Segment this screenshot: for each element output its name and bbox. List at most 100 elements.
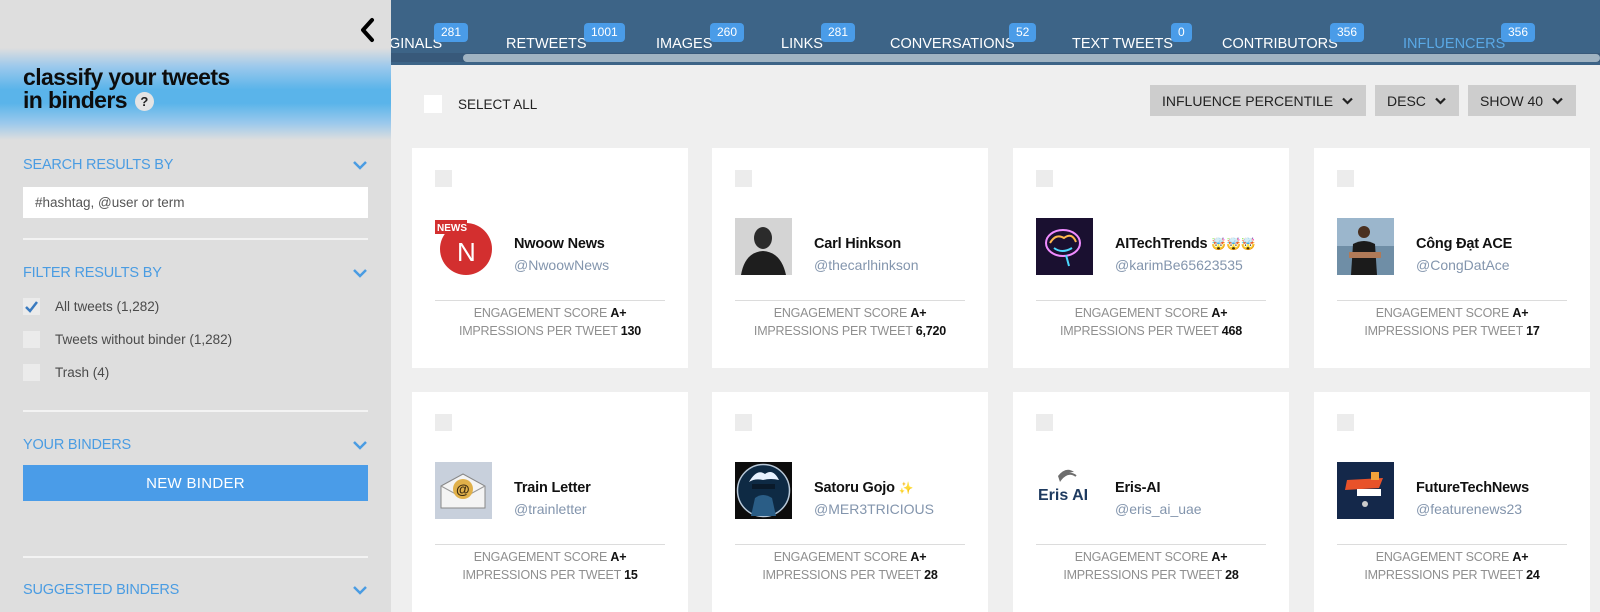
new-binder-button[interactable]: NEW BINDER xyxy=(23,465,368,501)
impressions-per-tweet: IMPRESSIONS PER TWEET 17 xyxy=(1364,324,1540,338)
influencer-handle[interactable]: @NwoowNews xyxy=(514,257,609,273)
search-input[interactable] xyxy=(23,187,368,218)
divider xyxy=(23,556,368,558)
impressions-per-tweet: IMPRESSIONS PER TWEET 24 xyxy=(1364,568,1540,582)
order-dropdown[interactable]: DESC xyxy=(1375,85,1459,116)
sidebar-title: classify your tweets in binders? xyxy=(23,66,230,112)
chevron-down-icon xyxy=(353,441,367,450)
filter-trash[interactable]: Trash (4) xyxy=(23,363,109,381)
influencer-handle[interactable]: @MER3TRICIOUS xyxy=(814,501,934,517)
filter-without-binder[interactable]: Tweets without binder (1,282) xyxy=(23,330,232,348)
divider xyxy=(735,300,965,301)
tab-influencers[interactable]: INFLUENCERS xyxy=(1403,36,1505,52)
influencer-handle[interactable]: @karimBe65623535 xyxy=(1115,257,1243,273)
influencer-card[interactable]: FutureTechNews @featurenews23 ENGAGEMENT… xyxy=(1314,392,1590,612)
influencer-card[interactable]: Công Đạt ACE @CongDatAce ENGAGEMENT SCOR… xyxy=(1314,148,1590,368)
select-all[interactable]: SELECT ALL xyxy=(424,95,537,113)
card-checkbox[interactable] xyxy=(735,414,752,431)
sort-by-value: INFLUENCE PERCENTILE xyxy=(1162,92,1334,109)
select-all-label: SELECT ALL xyxy=(458,96,538,112)
tab-text-tweets[interactable]: TEXT TWEETS xyxy=(1072,36,1173,52)
influencer-name: AITechTrends 🤯🤯🤯 xyxy=(1115,236,1256,252)
svg-text:NEWS: NEWS xyxy=(437,223,467,234)
search-section-label: SEARCH RESULTS BY xyxy=(23,157,174,173)
suggested-section-header[interactable]: SUGGESTED BINDERS xyxy=(23,580,368,600)
chevron-down-icon xyxy=(1552,97,1563,105)
influencer-name: FutureTechNews xyxy=(1416,480,1529,496)
influencer-card[interactable]: Eris AI Eris-AI @eris_ai_uae ENGAGEMENT … xyxy=(1013,392,1289,612)
tab-images[interactable]: IMAGES xyxy=(656,36,712,52)
avatar[interactable]: Eris AI xyxy=(1036,462,1093,519)
svg-text:Eris AI: Eris AI xyxy=(1038,487,1088,504)
influencer-handle[interactable]: @featurenews23 xyxy=(1416,501,1522,517)
divider xyxy=(435,300,665,301)
influencer-card[interactable]: @ Train Letter @trainletter ENGAGEMENT S… xyxy=(412,392,688,612)
collapse-sidebar-button[interactable] xyxy=(356,16,380,44)
card-checkbox[interactable] xyxy=(1337,170,1354,187)
show-count-value: SHOW 40 xyxy=(1480,92,1544,109)
influencer-name: Carl Hinkson xyxy=(814,236,902,252)
influencer-card[interactable]: Carl Hinkson @thecarlhinkson ENGAGEMENT … xyxy=(712,148,988,368)
card-checkbox[interactable] xyxy=(1036,170,1053,187)
impressions-per-tweet: IMPRESSIONS PER TWEET 15 xyxy=(462,568,638,582)
chevron-down-icon xyxy=(353,586,367,595)
svg-text:@: @ xyxy=(456,481,470,497)
card-checkbox[interactable] xyxy=(435,170,452,187)
select-all-checkbox[interactable] xyxy=(424,95,442,113)
emoji-icon: 🤯🤯🤯 xyxy=(1211,237,1256,251)
influencer-handle[interactable]: @trainletter xyxy=(514,501,587,517)
engagement-score: ENGAGEMENT SCORE A+ xyxy=(1375,550,1529,564)
checkbox[interactable] xyxy=(23,330,40,348)
neon-brain-icon xyxy=(1036,218,1093,275)
tab-retweets[interactable]: RETWEETS xyxy=(506,36,587,52)
sidebar-hero: classify your tweets in binders? xyxy=(0,48,391,140)
card-checkbox[interactable] xyxy=(735,170,752,187)
checkbox[interactable] xyxy=(23,363,40,381)
tab-contributors[interactable]: CONTRIBUTORS xyxy=(1222,36,1338,52)
beach-photo-icon xyxy=(1337,218,1394,275)
avatar[interactable] xyxy=(735,218,792,275)
card-checkbox[interactable] xyxy=(1036,414,1053,431)
avatar[interactable] xyxy=(735,462,792,519)
influencer-name: Satoru Gojo ✨ xyxy=(814,480,914,496)
engagement-score: ENGAGEMENT SCORE A+ xyxy=(473,550,627,564)
influencer-handle[interactable]: @eris_ai_uae xyxy=(1115,501,1202,517)
tab-conversations[interactable]: CONVERSATIONS xyxy=(890,36,1015,52)
filter-all-tweets[interactable]: All tweets (1,282) xyxy=(23,297,159,315)
binders-section-header[interactable]: YOUR BINDERS xyxy=(23,435,368,455)
filter-section-header[interactable]: FILTER RESULTS BY xyxy=(23,263,368,283)
eris-ai-logo-icon: Eris AI xyxy=(1036,462,1093,519)
divider xyxy=(1036,544,1266,545)
card-checkbox[interactable] xyxy=(1337,414,1354,431)
chevron-down-icon xyxy=(353,269,367,278)
influencer-handle[interactable]: @CongDatAce xyxy=(1416,257,1510,273)
card-checkbox[interactable] xyxy=(435,414,452,431)
avatar[interactable] xyxy=(1036,218,1093,275)
show-count-dropdown[interactable]: SHOW 40 xyxy=(1468,85,1577,116)
avatar[interactable]: NEWS N xyxy=(435,218,492,275)
influencer-card[interactable]: NEWS N Nwoow News @NwoowNews ENGAGEMENT S… xyxy=(412,148,688,368)
avatar[interactable]: @ xyxy=(435,462,492,519)
future-tech-logo-icon xyxy=(1337,462,1394,519)
avatar[interactable] xyxy=(1337,218,1394,275)
title-line-2: in binders xyxy=(23,87,128,113)
tab-count-badge: 281 xyxy=(821,23,856,42)
sort-by-dropdown[interactable]: INFLUENCE PERCENTILE xyxy=(1150,85,1367,116)
anime-portrait-icon xyxy=(735,462,792,519)
help-icon[interactable]: ? xyxy=(134,92,154,112)
influencer-card[interactable]: AITechTrends 🤯🤯🤯 @karimBe65623535 ENGAGE… xyxy=(1013,148,1289,368)
chevron-down-icon xyxy=(353,161,367,170)
tab-links[interactable]: LINKS xyxy=(781,36,823,52)
envelope-at-icon: @ xyxy=(435,462,492,519)
checkbox-checked[interactable] xyxy=(23,297,40,315)
avatar[interactable] xyxy=(1337,462,1394,519)
search-section-header[interactable]: SEARCH RESULTS BY xyxy=(23,155,368,175)
filter-label: Tweets without binder (1,282) xyxy=(55,331,233,347)
engagement-score: ENGAGEMENT SCORE A+ xyxy=(773,550,927,564)
impressions-per-tweet: IMPRESSIONS PER TWEET 28 xyxy=(1063,568,1239,582)
influencer-handle[interactable]: @thecarlhinkson xyxy=(814,257,919,273)
tab-scrollbar-thumb[interactable] xyxy=(463,54,1600,62)
tab-count-badge: 281 xyxy=(434,23,469,42)
influencer-card[interactable]: Satoru Gojo ✨ @MER3TRICIOUS ENGAGEMENT S… xyxy=(712,392,988,612)
impressions-per-tweet: IMPRESSIONS PER TWEET 28 xyxy=(762,568,938,582)
